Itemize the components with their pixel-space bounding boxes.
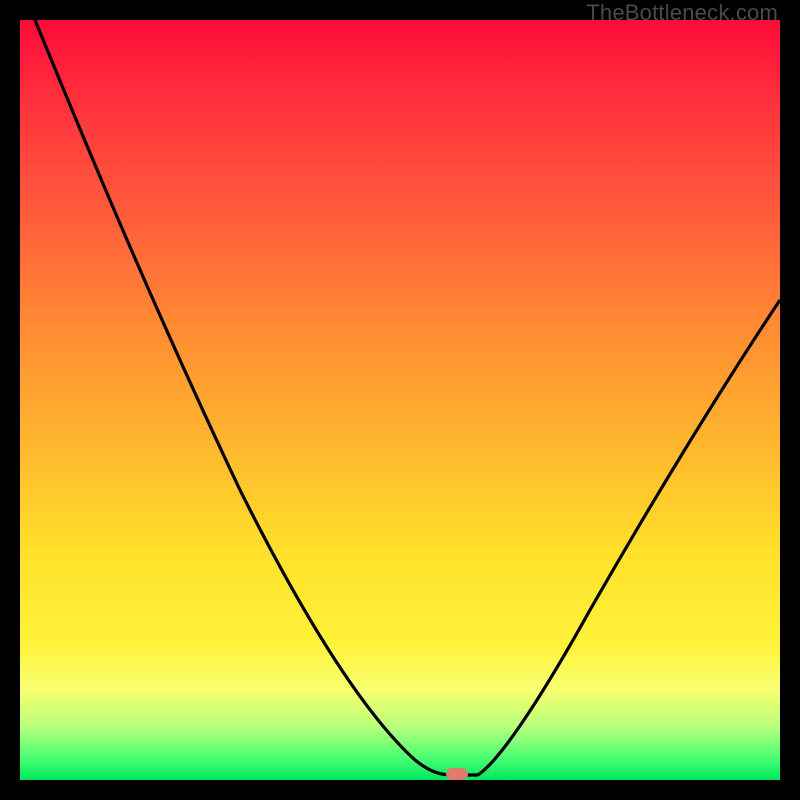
curve-right-branch xyxy=(478,300,780,775)
bottleneck-curve xyxy=(20,20,780,780)
curve-left-branch xyxy=(35,20,453,775)
chart-frame: TheBottleneck.com xyxy=(0,0,800,800)
plot-area xyxy=(20,20,780,780)
optimal-point-marker xyxy=(446,768,468,780)
